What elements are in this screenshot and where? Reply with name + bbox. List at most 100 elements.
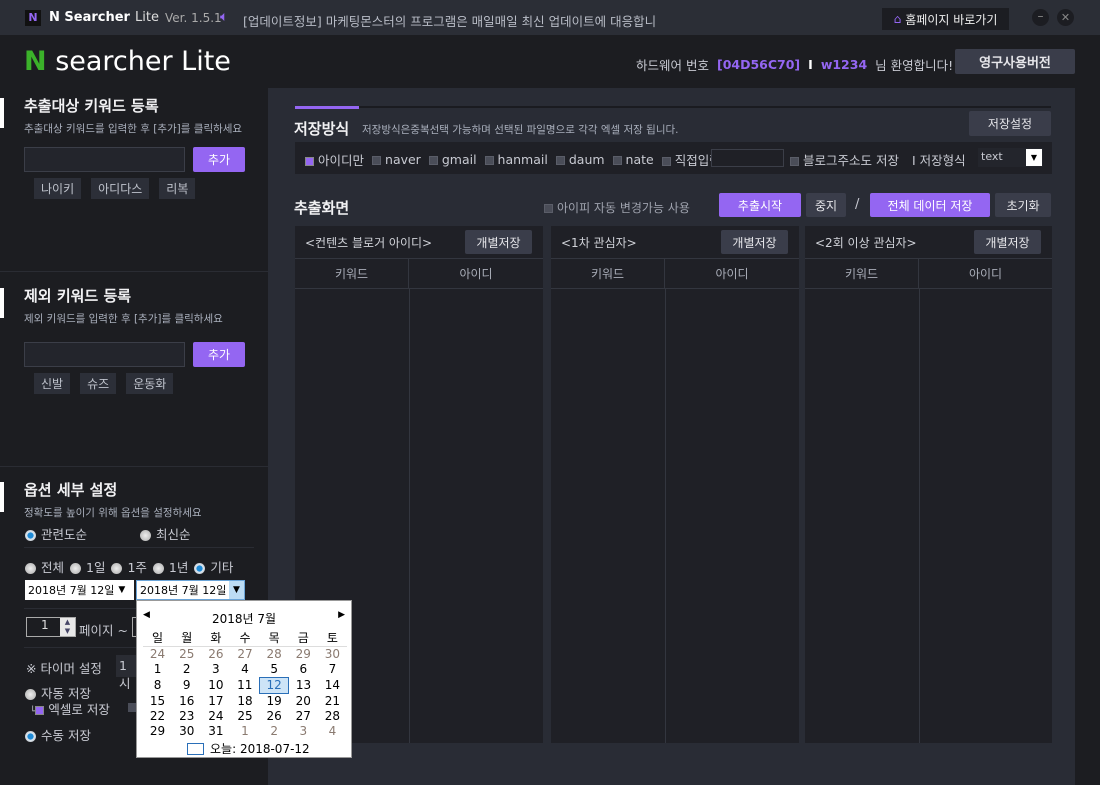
- save-option-4[interactable]: daum: [555, 152, 605, 167]
- license-button[interactable]: 영구사용버전: [955, 49, 1075, 74]
- weekday: 금: [288, 631, 318, 647]
- calendar-day[interactable]: 4: [318, 724, 347, 739]
- keyword-tag[interactable]: 나이키: [34, 178, 82, 199]
- calendar-day[interactable]: 26: [201, 647, 230, 663]
- period-radio-1[interactable]: 1일: [70, 557, 105, 576]
- ip-change-checkbox[interactable]: 아이피 자동 변경가능 사용: [544, 199, 690, 216]
- calendar-day[interactable]: 6: [289, 662, 318, 678]
- column-header[interactable]: 아이디: [919, 259, 1052, 288]
- next-month-icon[interactable]: ▶: [338, 610, 345, 620]
- save-option-3[interactable]: hanmail: [484, 152, 548, 167]
- format-select[interactable]: text ▼: [978, 148, 1043, 167]
- keyword-tag[interactable]: 리복: [159, 178, 196, 199]
- column-header[interactable]: 키워드: [805, 259, 919, 288]
- date-to-picker[interactable]: 2018년 7월 12일 ▼: [136, 580, 245, 600]
- column-divider: [665, 289, 666, 743]
- calendar-day[interactable]: 23: [172, 709, 201, 724]
- custom-domain-input[interactable]: [711, 149, 784, 167]
- save-option-2[interactable]: gmail: [428, 152, 477, 167]
- start-extract-button[interactable]: 추출시작: [719, 193, 801, 217]
- calendar-day[interactable]: 14: [318, 678, 347, 694]
- exclude-add-button[interactable]: 추가: [193, 342, 245, 367]
- manual-save-radio[interactable]: 수동 저장: [25, 725, 91, 744]
- calendar-day[interactable]: 24: [143, 647, 172, 663]
- calendar-day[interactable]: 28: [260, 647, 289, 663]
- calendar-day[interactable]: 28: [318, 709, 347, 724]
- calendar-day[interactable]: 29: [289, 647, 318, 663]
- sort-latest-radio[interactable]: 최신순: [140, 524, 191, 543]
- calendar-day[interactable]: 12: [259, 677, 290, 694]
- calendar-day[interactable]: 30: [172, 724, 201, 739]
- calendar-day[interactable]: 27: [289, 709, 318, 724]
- reset-button[interactable]: 초기화: [995, 193, 1051, 217]
- page-from-stepper[interactable]: 1 ▲ ▼: [26, 617, 76, 637]
- column-header[interactable]: 아이디: [665, 259, 799, 288]
- calendar-day[interactable]: 16: [172, 694, 201, 710]
- update-notice[interactable]: [업데이트정보] 마케팅몬스터의 프로그램은 매일매일 최신 업데이트에 대응합…: [243, 11, 656, 30]
- keyword-tag[interactable]: 슈즈: [80, 373, 117, 394]
- calendar-day[interactable]: 3: [289, 724, 318, 739]
- column-header[interactable]: 키워드: [295, 259, 409, 288]
- target-keyword-input[interactable]: [24, 147, 185, 172]
- calendar-title[interactable]: 2018년 7월: [137, 610, 351, 627]
- timer-select[interactable]: 1시: [116, 655, 138, 691]
- column-header[interactable]: 아이디: [409, 259, 543, 288]
- minimize-button[interactable]: –: [1032, 9, 1049, 26]
- calendar-day[interactable]: 25: [230, 709, 259, 724]
- date-from-picker[interactable]: 2018년 7월 12일 ▼: [25, 580, 134, 600]
- calendar-day[interactable]: 20: [289, 694, 318, 710]
- calendar-day[interactable]: 10: [201, 678, 230, 694]
- target-add-button[interactable]: 추가: [193, 147, 245, 172]
- calendar-day[interactable]: 21: [318, 694, 347, 710]
- save-option-0[interactable]: 아이디만: [305, 150, 364, 169]
- calendar-day[interactable]: 25: [172, 647, 201, 663]
- save-option-5[interactable]: nate: [612, 152, 654, 167]
- calendar-day[interactable]: 26: [260, 709, 289, 724]
- calendar-day[interactable]: 1: [230, 724, 259, 739]
- calendar-day[interactable]: 24: [201, 709, 230, 724]
- calendar-day[interactable]: 1: [143, 662, 172, 678]
- keyword-tag[interactable]: 아디다스: [91, 178, 150, 199]
- blog-address-checkbox[interactable]: 블로그주소도 저장: [790, 150, 899, 169]
- homepage-button[interactable]: ⌂ 홈페이지 바로가기: [882, 8, 1009, 30]
- stop-button[interactable]: 중지: [806, 193, 846, 217]
- calendar-day[interactable]: 13: [289, 678, 318, 694]
- save-option-1[interactable]: naver: [372, 152, 421, 167]
- exclude-keyword-input[interactable]: [24, 342, 185, 367]
- calendar-day[interactable]: 4: [230, 662, 259, 678]
- calendar-day[interactable]: 22: [143, 709, 172, 724]
- period-radio-2[interactable]: 1주: [111, 557, 147, 576]
- individual-save-button[interactable]: 개별저장: [721, 230, 788, 254]
- period-radio-4[interactable]: 기타: [194, 557, 233, 576]
- close-button[interactable]: ✕: [1057, 9, 1074, 26]
- calendar-day[interactable]: 3: [201, 662, 230, 678]
- column-header[interactable]: 키워드: [551, 259, 665, 288]
- calendar-day[interactable]: 15: [143, 694, 172, 710]
- calendar-day[interactable]: 30: [318, 647, 347, 663]
- calendar-day[interactable]: 31: [201, 724, 230, 739]
- extract-title: 추출화면: [294, 199, 350, 217]
- calendar-day[interactable]: 19: [260, 694, 289, 710]
- save-all-button[interactable]: 전체 데이터 저장: [870, 193, 990, 217]
- calendar-day[interactable]: 7: [318, 662, 347, 678]
- calendar-day[interactable]: 17: [201, 694, 230, 710]
- excel-save-checkbox[interactable]: └ 엑셀로 저장: [30, 699, 110, 718]
- calendar-day[interactable]: 18: [230, 694, 259, 710]
- calendar-day[interactable]: 11: [230, 678, 259, 694]
- save-settings-button[interactable]: 저장설정: [969, 111, 1051, 136]
- calendar-day[interactable]: 5: [260, 662, 289, 678]
- period-radio-0[interactable]: 전체: [25, 557, 64, 576]
- calendar-day[interactable]: 2: [172, 662, 201, 678]
- individual-save-button[interactable]: 개별저장: [974, 230, 1041, 254]
- calendar-day[interactable]: 8: [143, 678, 172, 694]
- calendar-day[interactable]: 29: [143, 724, 172, 739]
- today-link[interactable]: 오늘: 2018-07-12: [187, 740, 310, 757]
- calendar-day[interactable]: 27: [230, 647, 259, 663]
- calendar-day[interactable]: 9: [172, 678, 201, 694]
- individual-save-button[interactable]: 개별저장: [465, 230, 532, 254]
- keyword-tag[interactable]: 신발: [34, 373, 71, 394]
- sort-relevance-radio[interactable]: 관련도순: [25, 524, 87, 543]
- keyword-tag[interactable]: 운동화: [126, 373, 174, 394]
- period-radio-3[interactable]: 1년: [152, 557, 188, 576]
- calendar-day[interactable]: 2: [260, 724, 289, 739]
